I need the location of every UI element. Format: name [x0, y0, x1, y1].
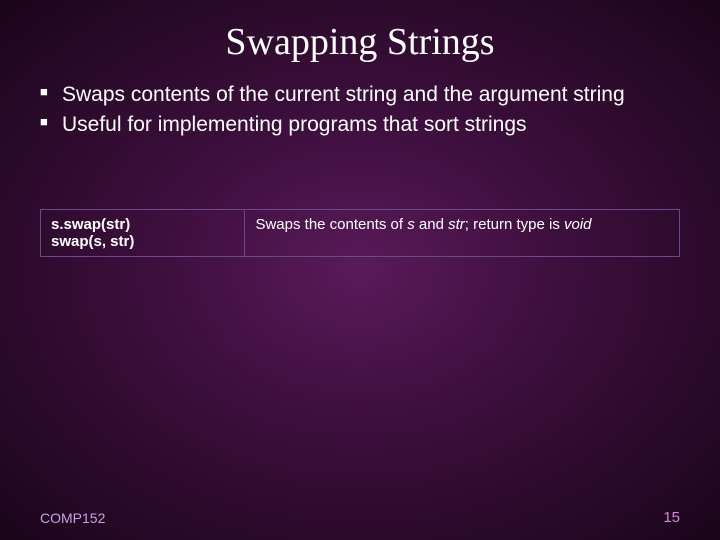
syntax-table-wrap: s.swap(str) swap(s, str) Swaps the conte…	[0, 209, 720, 257]
slide-footer: COMP152 15	[0, 509, 720, 526]
desc-text: and	[415, 216, 448, 233]
bullet-item: Useful for implementing programs that so…	[40, 112, 692, 138]
slide-number: 15	[663, 509, 680, 526]
signature-2: swap(s, str)	[51, 233, 234, 250]
desc-var-str: str	[448, 216, 465, 233]
bullet-item: Swaps contents of the current string and…	[40, 82, 692, 108]
description-cell: Swaps the contents of s and str; return …	[245, 209, 680, 256]
desc-text: ; return type is	[465, 216, 564, 233]
desc-text: Swaps the contents of	[255, 216, 407, 233]
table-row: s.swap(str) swap(s, str) Swaps the conte…	[41, 209, 680, 256]
slide-body: Swaps contents of the current string and…	[0, 82, 720, 139]
signature-1: s.swap(str)	[51, 216, 130, 233]
syntax-table: s.swap(str) swap(s, str) Swaps the conte…	[40, 209, 680, 257]
desc-void: void	[564, 216, 592, 233]
bullet-list: Swaps contents of the current string and…	[40, 82, 692, 139]
syntax-cell: s.swap(str) swap(s, str)	[41, 209, 245, 256]
slide-title: Swapping Strings	[0, 0, 720, 82]
course-code: COMP152	[40, 510, 105, 526]
desc-var-s: s	[407, 216, 415, 233]
